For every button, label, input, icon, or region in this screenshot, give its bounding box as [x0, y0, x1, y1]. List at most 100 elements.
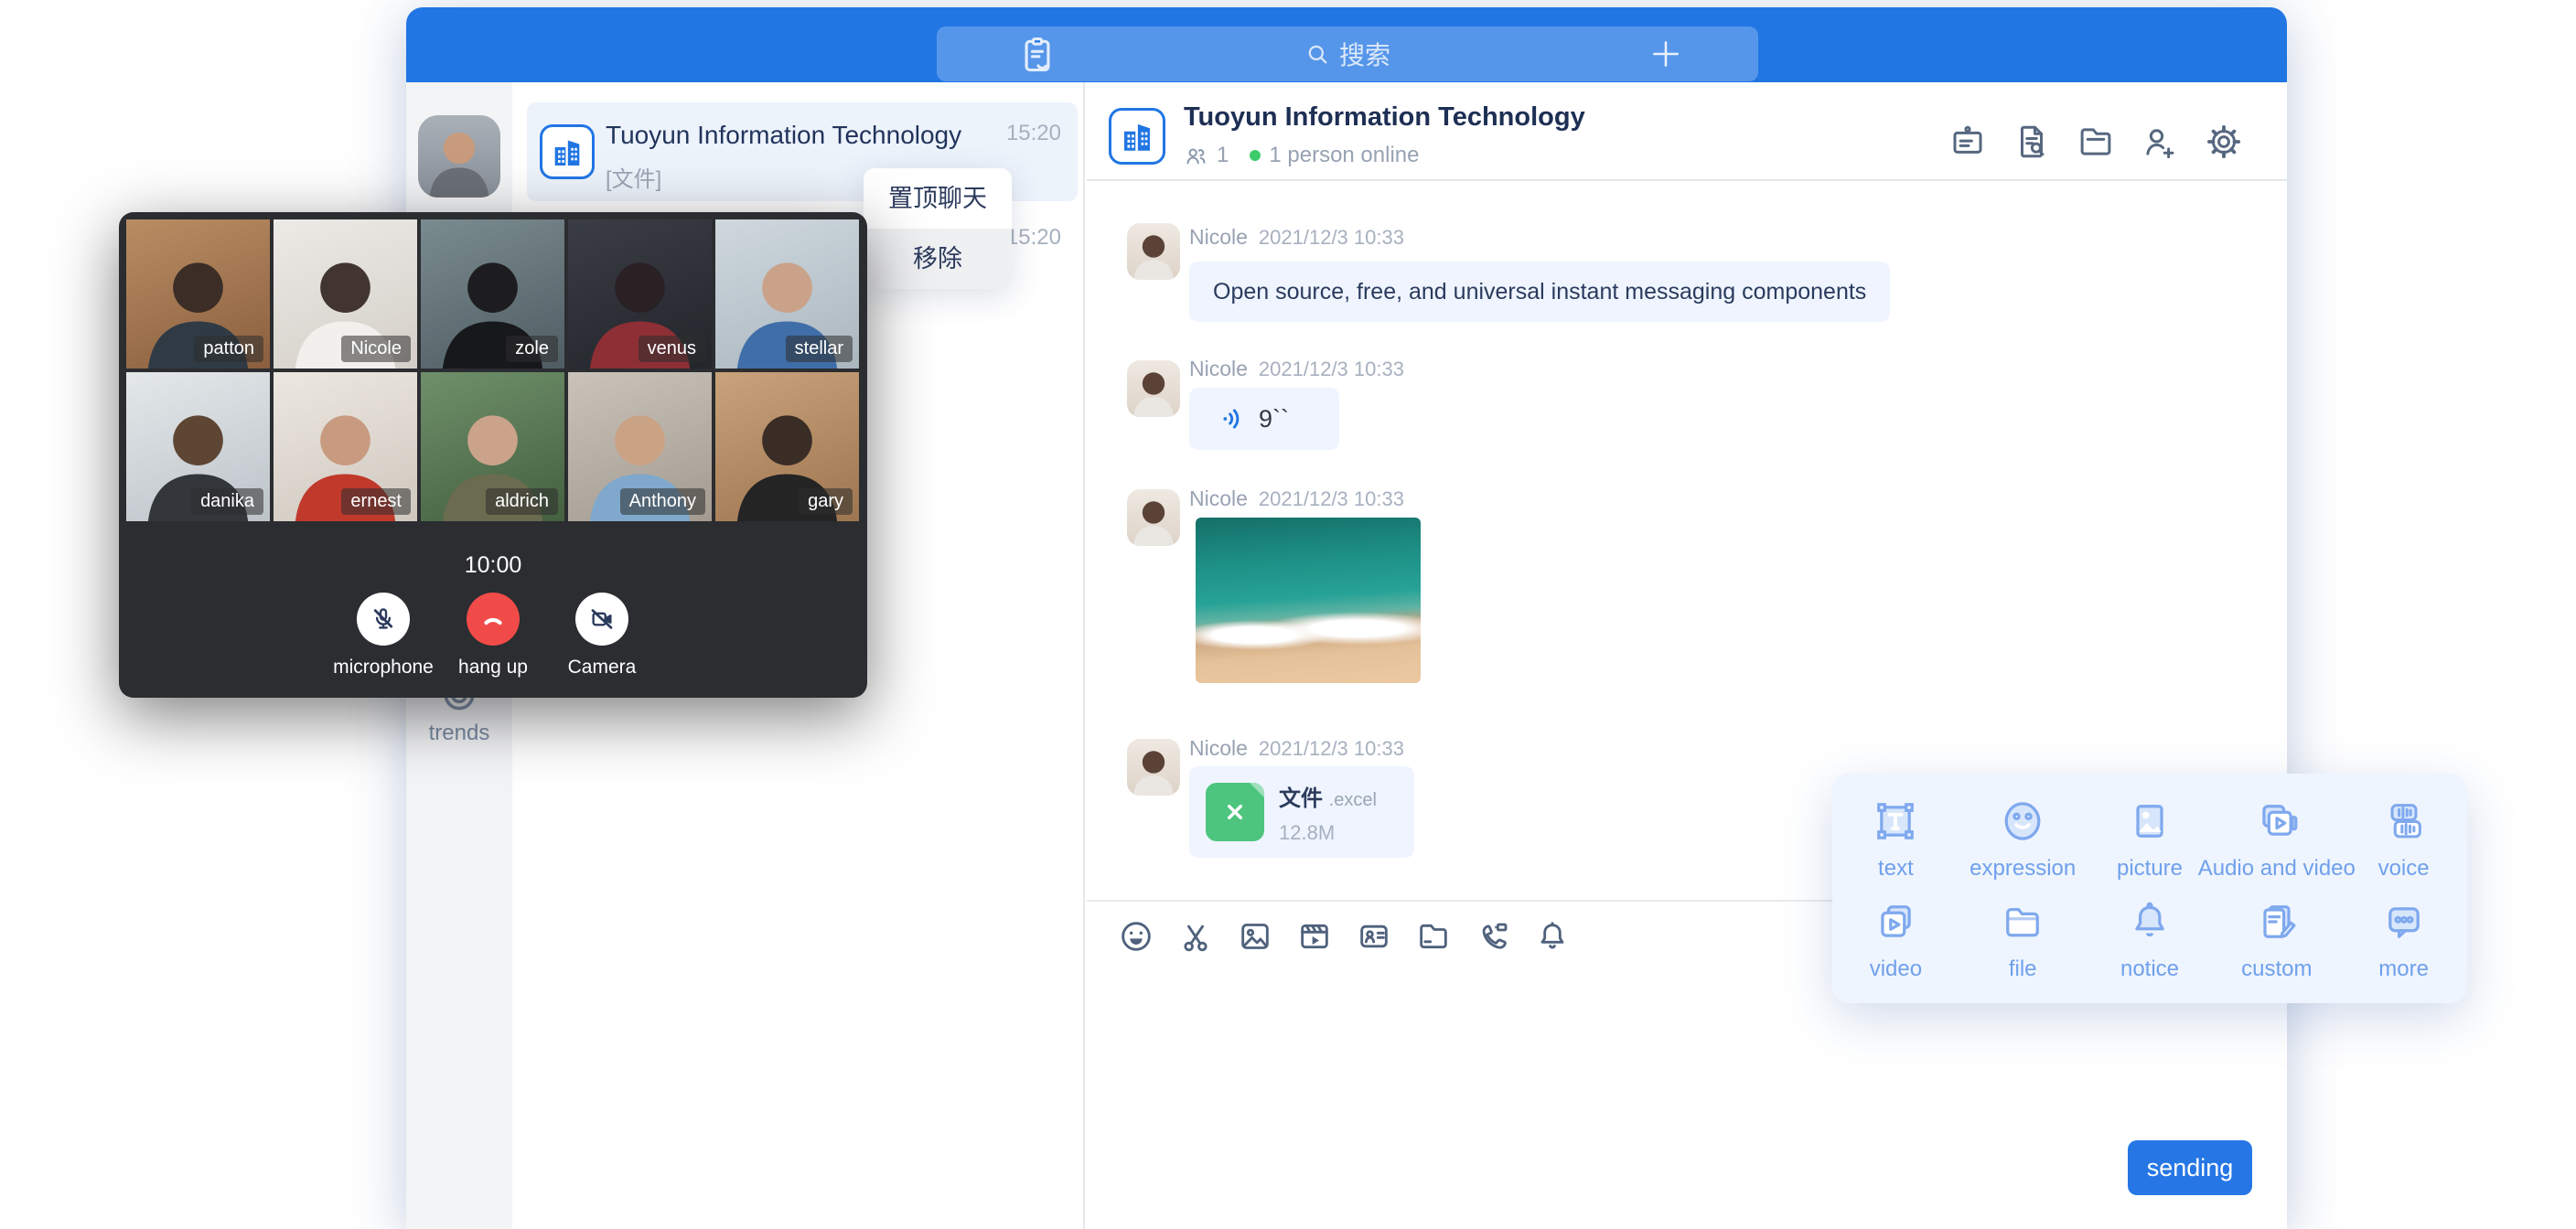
participant-name: venus [639, 336, 705, 362]
hang-up-label: hang up [438, 657, 548, 679]
participant-name: stellar [786, 336, 853, 362]
image-message-beach-photo[interactable] [1196, 518, 1421, 683]
panel-item-video[interactable]: video [1832, 898, 1959, 982]
folder-icon[interactable] [1415, 918, 1452, 955]
expression-icon [1999, 797, 2046, 845]
voice-message-bubble[interactable]: 9`` [1189, 388, 1339, 450]
online-status: 1 person online [1269, 143, 1419, 168]
my-avatar[interactable] [418, 115, 500, 198]
microphone-label: microphone [328, 657, 438, 679]
announcement-icon[interactable] [1948, 123, 1987, 161]
menu-item-pin-chat[interactable]: 置顶聊天 [864, 168, 1012, 229]
participant-grid: patton Nicole zole venus stellar danika … [126, 219, 860, 521]
group-avatar [1109, 108, 1165, 165]
chat-search-icon[interactable] [2012, 123, 2051, 161]
picture-icon [2126, 797, 2174, 845]
audio-video-icon [2253, 797, 2301, 845]
participant-tile: Nicole [274, 219, 417, 369]
top-bar: 搜索 [406, 7, 2287, 82]
panel-item-more[interactable]: more [2340, 898, 2467, 982]
screenshot-icon[interactable] [1177, 918, 1214, 955]
video-call-icon[interactable] [1475, 918, 1511, 955]
chat-title: Tuoyun Information Technology [1184, 102, 1585, 133]
member-count: 1 [1217, 143, 1229, 168]
picture-icon[interactable] [1237, 918, 1273, 955]
microphone-muted-icon [370, 605, 397, 633]
participant-name: patton [194, 336, 263, 362]
file-message-bubble[interactable]: 文件 .excel 12.8M [1189, 766, 1414, 858]
send-button[interactable]: sending [2128, 1140, 2252, 1195]
panel-item-file[interactable]: file [1959, 898, 2087, 982]
participant-tile: patton [126, 219, 270, 369]
search-placeholder: 搜索 [1339, 36, 1390, 72]
sender-avatar [1127, 489, 1180, 546]
text-icon [1872, 797, 1919, 845]
sender-avatar [1127, 223, 1180, 280]
video-icon [1872, 898, 1919, 946]
message-sender: Nicole2021/12/3 10:33 [1189, 357, 1404, 381]
video-call-window: patton Nicole zole venus stellar danika … [119, 212, 867, 698]
input-toolbar [1118, 918, 1571, 955]
files-icon[interactable] [2077, 123, 2115, 161]
group-avatar [540, 124, 595, 179]
conversation-context-menu: 置顶聊天 移除 [864, 168, 1012, 289]
conversation-last-message: [文件] [606, 161, 661, 193]
custom-icon [2253, 898, 2301, 946]
message-time: 2021/12/3 10:33 [1259, 737, 1404, 760]
panel-item-expression[interactable]: expression [1959, 797, 2087, 882]
panel-item-voice[interactable]: voice [2340, 797, 2467, 882]
participant-name: gary [799, 488, 853, 515]
contact-card-icon[interactable] [1356, 918, 1392, 955]
settings-icon[interactable] [2205, 123, 2243, 161]
excel-file-icon [1206, 783, 1264, 841]
menu-item-remove[interactable]: 移除 [864, 229, 1012, 289]
voice-icon [2380, 797, 2428, 845]
more-icon [2380, 898, 2428, 946]
participant-name: danika [191, 488, 263, 515]
participant-name: Anthony [620, 488, 705, 515]
panel-item-text[interactable]: text [1832, 797, 1959, 882]
search-icon [1304, 41, 1330, 67]
file-icon [1999, 898, 2046, 946]
conversation-time: 15:20 [1006, 225, 1061, 251]
search-bar[interactable]: 搜索 [937, 27, 1758, 81]
sender-avatar [1127, 360, 1180, 417]
conversation-time: 15:20 [1006, 121, 1061, 146]
chat-header: Tuoyun Information Technology 1 1 person… [1087, 82, 2287, 181]
message-time: 2021/12/3 10:33 [1259, 358, 1404, 380]
chat-panel: Tuoyun Information Technology 1 1 person… [1087, 82, 2287, 1229]
plus-icon[interactable] [1648, 37, 1683, 71]
trends-label: trends [406, 721, 512, 746]
camera-mute-button[interactable] [575, 593, 628, 646]
panel-item-audio-video[interactable]: Audio and video [2213, 797, 2340, 882]
participant-tile: Anthony [568, 372, 712, 521]
online-dot [1250, 150, 1261, 161]
hang-up-button[interactable] [467, 593, 520, 646]
message-time: 2021/12/3 10:33 [1259, 226, 1404, 249]
message-type-panel: text expression picture [1832, 774, 2467, 1003]
notification-icon[interactable] [1534, 918, 1571, 955]
message-sender: Nicole2021/12/3 10:33 [1189, 486, 1404, 511]
participant-tile: danika [126, 372, 270, 521]
call-timer: 10:00 [119, 552, 867, 579]
panel-item-picture[interactable]: picture [2087, 797, 2214, 882]
participant-name: aldrich [486, 488, 558, 515]
emoji-icon[interactable] [1118, 918, 1154, 955]
camera-muted-icon [588, 605, 616, 633]
hang-up-icon [479, 605, 507, 633]
participant-tile: gary [715, 372, 859, 521]
add-member-icon[interactable] [2141, 123, 2179, 161]
panel-item-notice[interactable]: notice [2087, 898, 2214, 982]
panel-item-custom[interactable]: custom [2213, 898, 2340, 982]
notice-icon [2126, 898, 2174, 946]
conversation-title: Tuoyun Information Technology [606, 121, 961, 150]
participant-name: ernest [341, 488, 411, 515]
participant-name: zole [506, 336, 558, 362]
message-time: 2021/12/3 10:33 [1259, 487, 1404, 510]
participant-name: Nicole [341, 336, 411, 362]
video-icon[interactable] [1296, 918, 1333, 955]
search-input[interactable]: 搜索 [937, 27, 1758, 81]
participant-tile: venus [568, 219, 712, 369]
microphone-mute-button[interactable] [357, 593, 410, 646]
message-sender: Nicole2021/12/3 10:33 [1189, 736, 1404, 761]
